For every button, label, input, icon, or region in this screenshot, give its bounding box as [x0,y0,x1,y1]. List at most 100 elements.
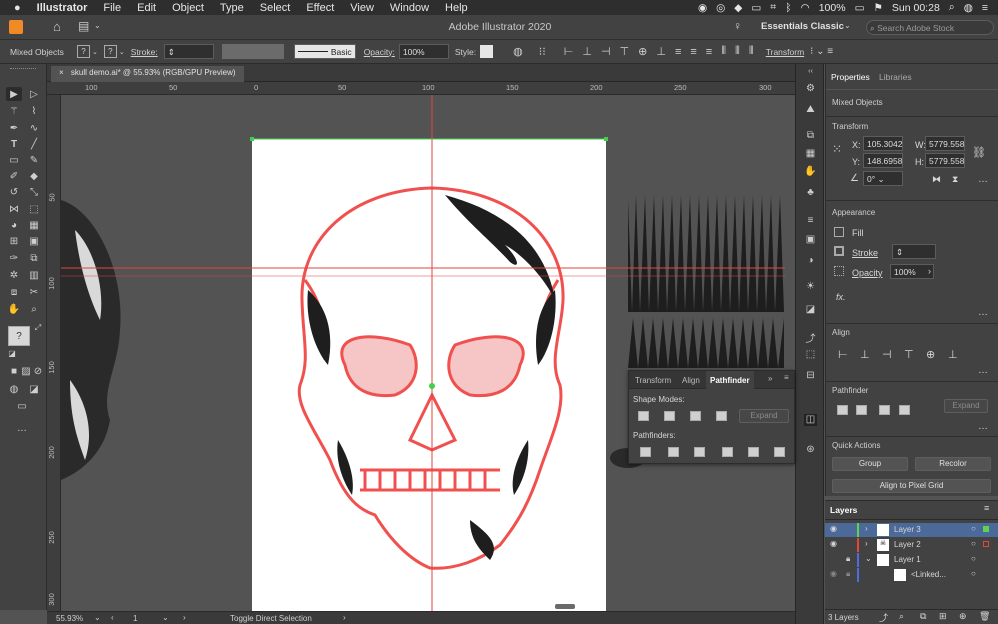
panel-menu-icon[interactable]: ≡ [784,373,789,382]
align-bottom-icon[interactable]: ⊥ [948,348,958,361]
more-align-options-icon[interactable]: … [978,365,988,376]
align-vcenter-icon[interactable]: ⊕ [926,348,935,361]
magic-wand-tool-icon[interactable]: ⚚ [6,104,22,118]
stroke-swatch-icon[interactable] [834,246,844,256]
layer-name[interactable]: Layer 3 [894,525,921,534]
x-field[interactable]: 105.3042 [863,136,903,151]
lock-icon[interactable]: 🔒︎ [846,569,850,579]
export-icon[interactable]: ⤴ [804,330,817,345]
align-top-icon[interactable]: ⊤ [904,348,914,361]
constrain-proportions-icon[interactable]: ⛓ [972,146,986,159]
airplay-icon[interactable]: ▭ [751,2,761,14]
workspace-chevron-icon[interactable]: ⌄ [844,21,851,30]
transform-panel-icon[interactable]: ⬚ [804,349,817,361]
chevron-down-icon[interactable]: ⌄ [94,21,101,30]
clock[interactable]: Sun 00:28 [892,2,940,14]
intersect-icon[interactable] [879,405,890,415]
menu-select[interactable]: Select [252,2,299,14]
mesh-tool-icon[interactable]: ⊞ [6,234,22,248]
align-hcenter-icon[interactable]: ⊥ [860,348,870,361]
selection-indicator[interactable] [983,526,989,532]
vertical-ruler[interactable]: 50 100 150 200 250 300 [47,95,61,611]
stroke-swatch[interactable]: ? [103,45,117,58]
tab-align[interactable]: Align [682,376,700,385]
eyedropper-tool-icon[interactable]: ✑ [6,251,22,265]
distribute-left-icon[interactable]: ⦀ [721,45,726,58]
brush-definition[interactable]: Basic [293,44,356,59]
style-swatch[interactable] [480,45,494,58]
expand-chevron-icon[interactable]: › [865,524,868,533]
symbols-icon[interactable]: ♣ [804,187,817,199]
default-colors-icon[interactable]: ◪ [4,346,20,360]
shaper-tool-icon[interactable]: ✐ [6,169,22,183]
align-right-icon[interactable]: ⊣ [882,348,892,361]
perspective-grid-tool-icon[interactable]: ▦ [26,218,42,232]
column-graph-tool-icon[interactable]: ▥ [26,268,42,282]
menu-help[interactable]: Help [437,2,476,14]
zoom-chevron-icon[interactable]: ⌄ [94,613,101,622]
transform-label[interactable]: Transform [766,47,804,57]
minus-back-icon[interactable] [774,447,785,457]
curvature-tool-icon[interactable]: ∿ [26,121,42,135]
layers-panel-icon[interactable]: ⧉ [804,130,817,142]
h-field[interactable]: 5779.558 [925,153,965,168]
stroke-weight-field[interactable]: ⇕ [163,44,214,59]
distribute-bottom-icon[interactable]: ≡ [706,46,712,58]
distribute-vcenter-icon[interactable]: ≡ [690,46,696,58]
exclude-icon[interactable] [899,405,910,415]
flag-icon[interactable]: ⚑ [873,2,882,14]
menu-view[interactable]: View [342,2,382,14]
fill-stroke-widget-icon[interactable]: ? [8,326,30,346]
layer-row[interactable]: ◉ 🔒︎ <Linked... ○ [825,568,998,582]
zoom-tool-icon[interactable]: ⌕ [26,302,42,316]
align-panel-icon[interactable]: ⊟ [804,370,817,382]
align-right-icon[interactable]: ⊣ [601,45,611,58]
spotlight-icon[interactable]: ⌕ [949,1,955,14]
home-icon[interactable]: ⌂ [53,19,61,34]
target-circle-icon[interactable]: ○ [971,524,976,533]
image-trace-icon[interactable]: ⛰ [804,104,817,116]
artboard-tool-icon[interactable]: ⧈ [6,285,22,299]
layers-tab[interactable]: Layers [830,505,857,515]
menu-effect[interactable]: Effect [298,2,342,14]
stroke-chevron-icon[interactable]: ⌄ [119,48,125,56]
layers-menu-icon[interactable]: ≡ [984,503,989,513]
rectangle-tool-icon[interactable]: ▭ [6,153,22,167]
menu-window[interactable]: Window [382,2,437,14]
more-pathfinder-options-icon[interactable]: … [978,421,988,432]
stock-search-input[interactable]: ⌕ Search Adobe Stock [866,20,994,35]
layer-name[interactable]: <Linked... [911,570,946,579]
align-left-icon[interactable]: ⊢ [564,45,574,58]
layer-name[interactable]: Layer 1 [894,555,921,564]
export-asset-icon[interactable]: ⤴ [879,611,888,624]
tab-pathfinder[interactable]: Pathfinder [706,371,754,389]
merge-icon[interactable] [694,447,705,457]
fill-swatch-icon[interactable] [834,227,844,237]
opacity-arrow-icon[interactable]: › [928,266,931,276]
stroke-panel-icon[interactable]: ≡ [804,215,817,227]
paintbrush-tool-icon[interactable]: ✎ [26,153,42,167]
width-tool-icon[interactable]: ⋈ [6,202,22,216]
opacity-label[interactable]: Opacity: [364,47,395,57]
blend-tool-icon[interactable]: ⧉ [26,251,42,265]
stroke-weight-field[interactable]: ⇕ [892,244,936,259]
battery-icon[interactable]: ▭ [855,2,865,14]
horizontal-ruler[interactable]: 100 50 0 50 100 150 200 250 300 [47,82,795,95]
intersect-icon[interactable] [690,411,701,421]
menu-object[interactable]: Object [164,2,212,14]
fx-button[interactable]: fx. [836,292,846,302]
canvas[interactable] [61,95,785,611]
target-circle-icon[interactable]: ○ [971,539,976,548]
minus-front-icon[interactable] [856,405,867,415]
apple-menu-icon[interactable]: ● [0,2,29,14]
align-hcenter-icon[interactable]: ⊥ [582,45,592,58]
rotate-tool-icon[interactable]: ↺ [6,185,22,199]
trim-icon[interactable] [668,447,679,457]
lightbulb-icon[interactable]: ♀ [733,19,742,33]
layer-row[interactable]: ◉ › Layer 3 ○ [825,523,998,537]
artboard-chevron-icon[interactable]: ⌄ [162,613,169,622]
stroke-label[interactable]: Stroke [852,248,878,258]
fill-chevron-icon[interactable]: ⌄ [92,48,98,56]
menu-type[interactable]: Type [212,2,252,14]
sync-icon[interactable]: ◎ [716,2,725,14]
